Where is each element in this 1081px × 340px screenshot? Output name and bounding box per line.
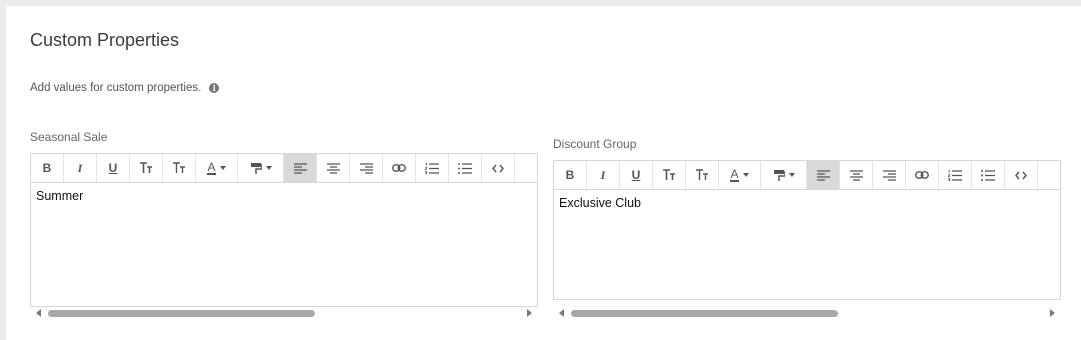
bold-icon: B: [42, 161, 52, 175]
format-painter-button[interactable]: [761, 161, 807, 189]
scroll-right-arrow-icon[interactable]: [527, 309, 532, 317]
align-center-icon: [849, 169, 863, 181]
code-icon: [1015, 171, 1027, 180]
italic-button[interactable]: I: [64, 154, 97, 182]
field-discount-group: Discount Group B I U A Exclusive Club: [553, 137, 1061, 333]
bold-button[interactable]: B: [31, 154, 64, 182]
ordered-list-button[interactable]: [939, 161, 972, 189]
italic-icon: I: [77, 160, 83, 175]
description-text: Add values for custom properties.: [30, 82, 202, 94]
italic-icon: I: [600, 167, 606, 182]
horizontal-scrollbar[interactable]: [30, 307, 538, 321]
source-code-button[interactable]: [1005, 161, 1038, 189]
font-size-icon: [662, 169, 676, 181]
underline-button[interactable]: U: [97, 154, 130, 182]
font-size-icon: [139, 162, 153, 174]
font-color-icon: A: [730, 168, 749, 182]
font-color-icon: A: [207, 161, 226, 175]
align-right-icon: [882, 169, 896, 181]
field-label: Discount Group: [553, 137, 637, 151]
text-case-icon: [172, 162, 186, 174]
horizontal-scrollbar[interactable]: [553, 307, 1061, 321]
scroll-left-arrow-icon[interactable]: [36, 309, 41, 317]
section-title: Custom Properties: [30, 30, 180, 50]
align-left-icon: [293, 162, 307, 174]
editor-toolbar: BIUA: [554, 161, 1060, 190]
source-code-button[interactable]: [482, 154, 515, 182]
editor-content[interactable]: Exclusive Club: [554, 190, 1060, 216]
bullet-list-button[interactable]: [972, 161, 1005, 189]
section-description: Add values for custom properties. i: [30, 82, 220, 94]
editor-toolbar: BIUA: [31, 154, 537, 183]
underline-icon: U: [108, 161, 118, 175]
font-size-button[interactable]: [130, 154, 163, 182]
rich-text-editor: B I U A Summer: [30, 153, 538, 307]
bold-button[interactable]: B: [554, 161, 587, 189]
paint-format-icon: [773, 169, 795, 182]
scroll-left-arrow-icon[interactable]: [559, 309, 564, 317]
link-icon: [392, 164, 406, 172]
ordered-list-button[interactable]: [416, 154, 449, 182]
scrollbar-thumb[interactable]: [48, 310, 315, 317]
italic-button[interactable]: I: [587, 161, 620, 189]
text-case-icon: [695, 169, 709, 181]
align-left-icon: [816, 169, 830, 181]
field-label: Seasonal Sale: [30, 130, 108, 144]
custom-properties-panel: Custom Properties Add values for custom …: [6, 6, 1081, 340]
rich-text-editor: B I U A Exclusive Club: [553, 160, 1061, 300]
bullet-list-icon: [458, 162, 472, 174]
info-icon[interactable]: i: [209, 83, 220, 93]
align-center-icon: [326, 162, 340, 174]
ordered-list-icon: [948, 169, 962, 181]
editor-content[interactable]: Summer: [31, 183, 537, 209]
text-case-button[interactable]: [686, 161, 719, 189]
link-icon: [915, 171, 929, 179]
bullet-list-button[interactable]: [449, 154, 482, 182]
align-center-button[interactable]: [840, 161, 873, 189]
ordered-list-icon: [425, 162, 439, 174]
text-case-button[interactable]: [163, 154, 196, 182]
insert-link-button[interactable]: [383, 154, 416, 182]
align-right-button[interactable]: [350, 154, 383, 182]
insert-link-button[interactable]: [906, 161, 939, 189]
format-painter-button[interactable]: [238, 154, 284, 182]
field-seasonal-sale: Seasonal Sale B I U A Summer: [30, 130, 538, 326]
align-left-button[interactable]: [284, 154, 317, 182]
paint-format-icon: [250, 162, 272, 175]
bold-icon: B: [565, 168, 575, 182]
bullet-list-icon: [981, 169, 995, 181]
underline-icon: U: [631, 168, 641, 182]
align-right-icon: [359, 162, 373, 174]
align-left-button[interactable]: [807, 161, 840, 189]
font-size-button[interactable]: [653, 161, 686, 189]
align-right-button[interactable]: [873, 161, 906, 189]
align-center-button[interactable]: [317, 154, 350, 182]
code-icon: [492, 164, 504, 173]
font-color-button[interactable]: A: [196, 154, 238, 182]
underline-button[interactable]: U: [620, 161, 653, 189]
font-color-button[interactable]: A: [719, 161, 761, 189]
scrollbar-thumb[interactable]: [571, 310, 838, 317]
scroll-right-arrow-icon[interactable]: [1050, 309, 1055, 317]
